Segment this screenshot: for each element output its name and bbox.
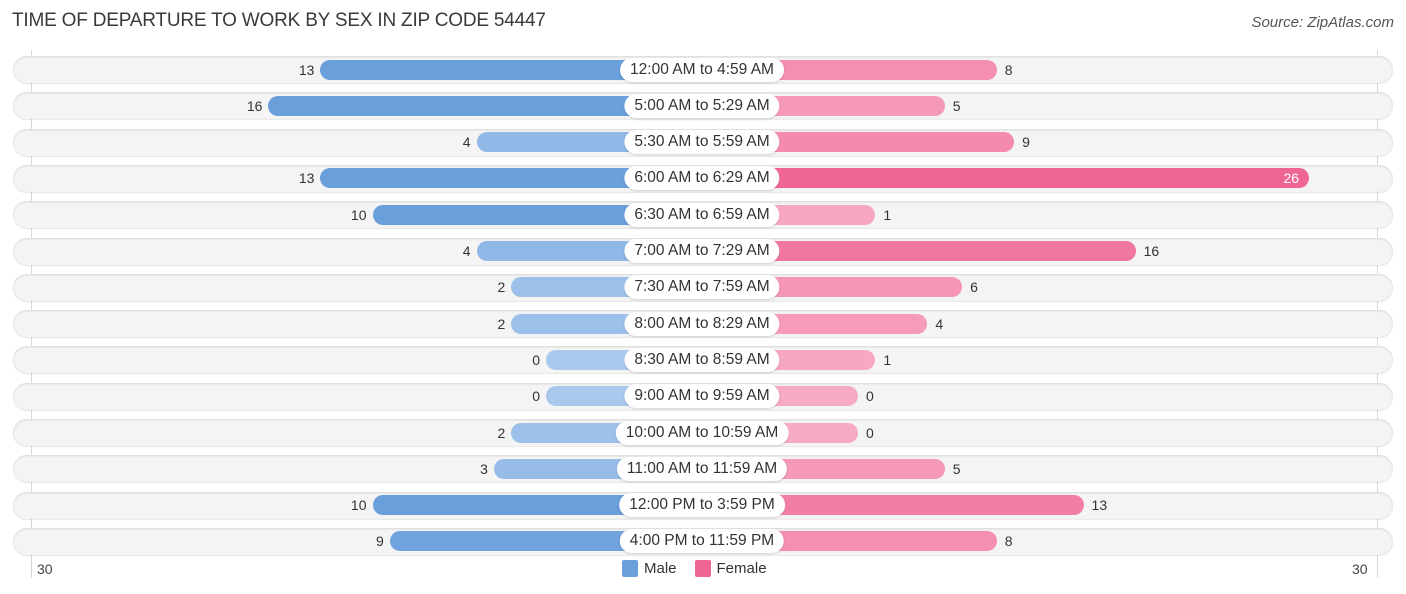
value-label-male: 16 (246, 97, 263, 114)
value-label-female: 16 (1143, 243, 1160, 259)
legend-swatch-female (694, 560, 711, 577)
legend-label-male: Male (644, 560, 677, 577)
value-label-male: 13 (298, 61, 315, 78)
value-label-male: 4 (462, 134, 471, 151)
value-label-female: 5 (952, 97, 961, 114)
category-label: 5:30 AM to 5:59 AM (624, 130, 780, 155)
value-label-male: 10 (350, 497, 367, 514)
value-label-female: 9 (1022, 134, 1030, 151)
value-label-male: 10 (350, 206, 367, 223)
category-label: 8:30 AM to 8:59 AM (624, 347, 780, 372)
source-label: Source: ZipAtlas.com (1251, 14, 1394, 31)
legend-item-male[interactable]: Male (622, 560, 677, 577)
value-label-female: 5 (952, 460, 961, 477)
value-label-male: 13 (298, 170, 315, 187)
category-label: 11:00 AM to 11:59 AM (616, 456, 788, 481)
category-label: 6:30 AM to 6:59 AM (624, 202, 780, 227)
category-label: 12:00 AM to 4:59 AM (620, 57, 784, 82)
value-label-female: 8 (1004, 533, 1013, 550)
category-label: 6:00 AM to 6:29 AM (624, 166, 780, 191)
category-label: 7:30 AM to 7:59 AM (624, 275, 780, 300)
bar-female[interactable] (702, 168, 1310, 189)
value-label-female: 1 (883, 351, 892, 368)
value-label-male: 3 (480, 460, 488, 477)
value-label-female: 4 (935, 315, 944, 332)
chart-title: TIME OF DEPARTURE TO WORK BY SEX IN ZIP … (12, 10, 546, 31)
value-label-female: 13 (1091, 497, 1108, 514)
category-label: 5:00 AM to 5:29 AM (624, 93, 780, 118)
category-label: 12:00 PM to 3:59 PM (619, 493, 785, 518)
value-label-female: 0 (866, 388, 874, 405)
legend-swatch-male (622, 560, 638, 577)
legend-item-female[interactable]: Female (694, 560, 767, 577)
category-label: 7:00 AM to 7:29 AM (624, 239, 780, 263)
value-label-male: 2 (497, 279, 506, 296)
value-label-male: 0 (532, 388, 540, 405)
value-label-male: 4 (462, 243, 471, 259)
value-label-male: 2 (497, 315, 506, 332)
value-label-female: 8 (1004, 61, 1013, 78)
value-label-male: 0 (532, 351, 540, 368)
value-label-female: 6 (970, 279, 978, 296)
axis-tick-right: 30 (1352, 561, 1368, 577)
value-label-female: 26 (1283, 170, 1300, 187)
category-label: 8:00 AM to 8:29 AM (624, 311, 780, 336)
category-label: 10:00 AM to 10:59 AM (615, 420, 789, 445)
legend: Male Female (622, 560, 777, 577)
value-label-female: 1 (883, 206, 892, 223)
category-label: 4:00 PM to 11:59 PM (619, 529, 785, 554)
category-label: 9:00 AM to 9:59 AM (624, 384, 780, 409)
value-label-male: 2 (497, 424, 506, 441)
axis-tick-left: 30 (37, 561, 53, 577)
value-label-female: 0 (866, 424, 874, 441)
legend-label-female: Female (716, 560, 767, 577)
value-label-male: 9 (376, 533, 384, 550)
